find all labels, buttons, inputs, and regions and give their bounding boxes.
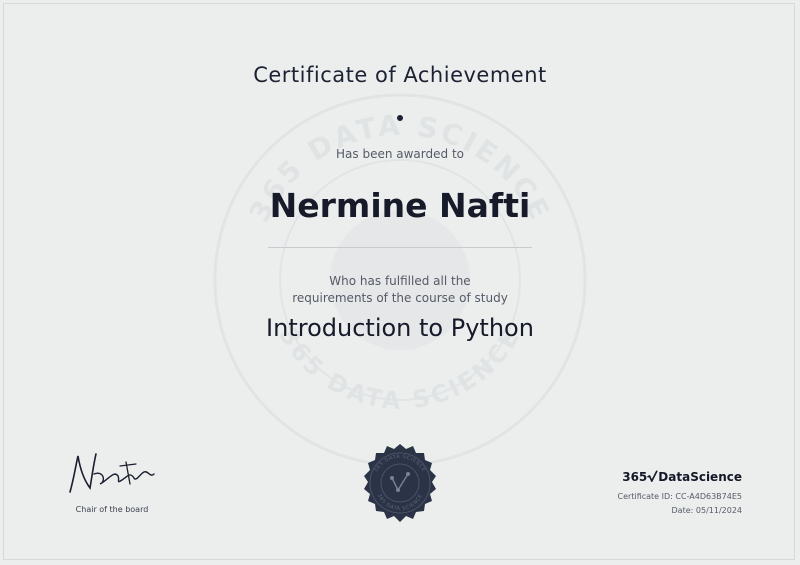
course-name: Introduction to Python — [266, 314, 534, 342]
certificate-page: 365 DATA SCIENCE 365 DATA SCIENCE Certif… — [0, 0, 800, 565]
seal-icon: 365 DATA SCIENCE 365 DATA SCIENCE — [364, 444, 436, 522]
signature-icon — [69, 453, 155, 493]
certificate-id-label: Certificate ID: — [617, 492, 673, 501]
brand-name: DataScience — [658, 470, 742, 484]
certificate-date: Date: 05/11/2024 — [560, 506, 742, 515]
brand-prefix: 365 — [622, 470, 648, 484]
signature-role: Chair of the board — [75, 505, 149, 514]
certificate-id: Certificate ID: CC-A4D63B74E5 — [560, 492, 742, 501]
certificate-date-value: 05/11/2024 — [695, 506, 742, 515]
awarded-text: Has been awarded to — [336, 147, 464, 161]
brand-logo: 365 DataScience — [612, 470, 742, 484]
title-dot — [397, 115, 403, 121]
fulfilled-line-1: Who has fulfilled all the — [329, 274, 471, 288]
fulfilled-text: Who has fulfilled all the requirements o… — [0, 273, 800, 307]
recipient-name: Nermine Nafti — [269, 186, 531, 225]
sqrt-logo-icon — [647, 470, 659, 483]
name-divider — [268, 247, 532, 248]
fulfilled-line-2: requirements of the course of study — [292, 291, 508, 305]
certificate-date-label: Date: — [671, 506, 694, 515]
certificate-id-value: CC-A4D63B74E5 — [675, 492, 742, 501]
certificate-title: Certificate of Achievement — [253, 63, 547, 87]
